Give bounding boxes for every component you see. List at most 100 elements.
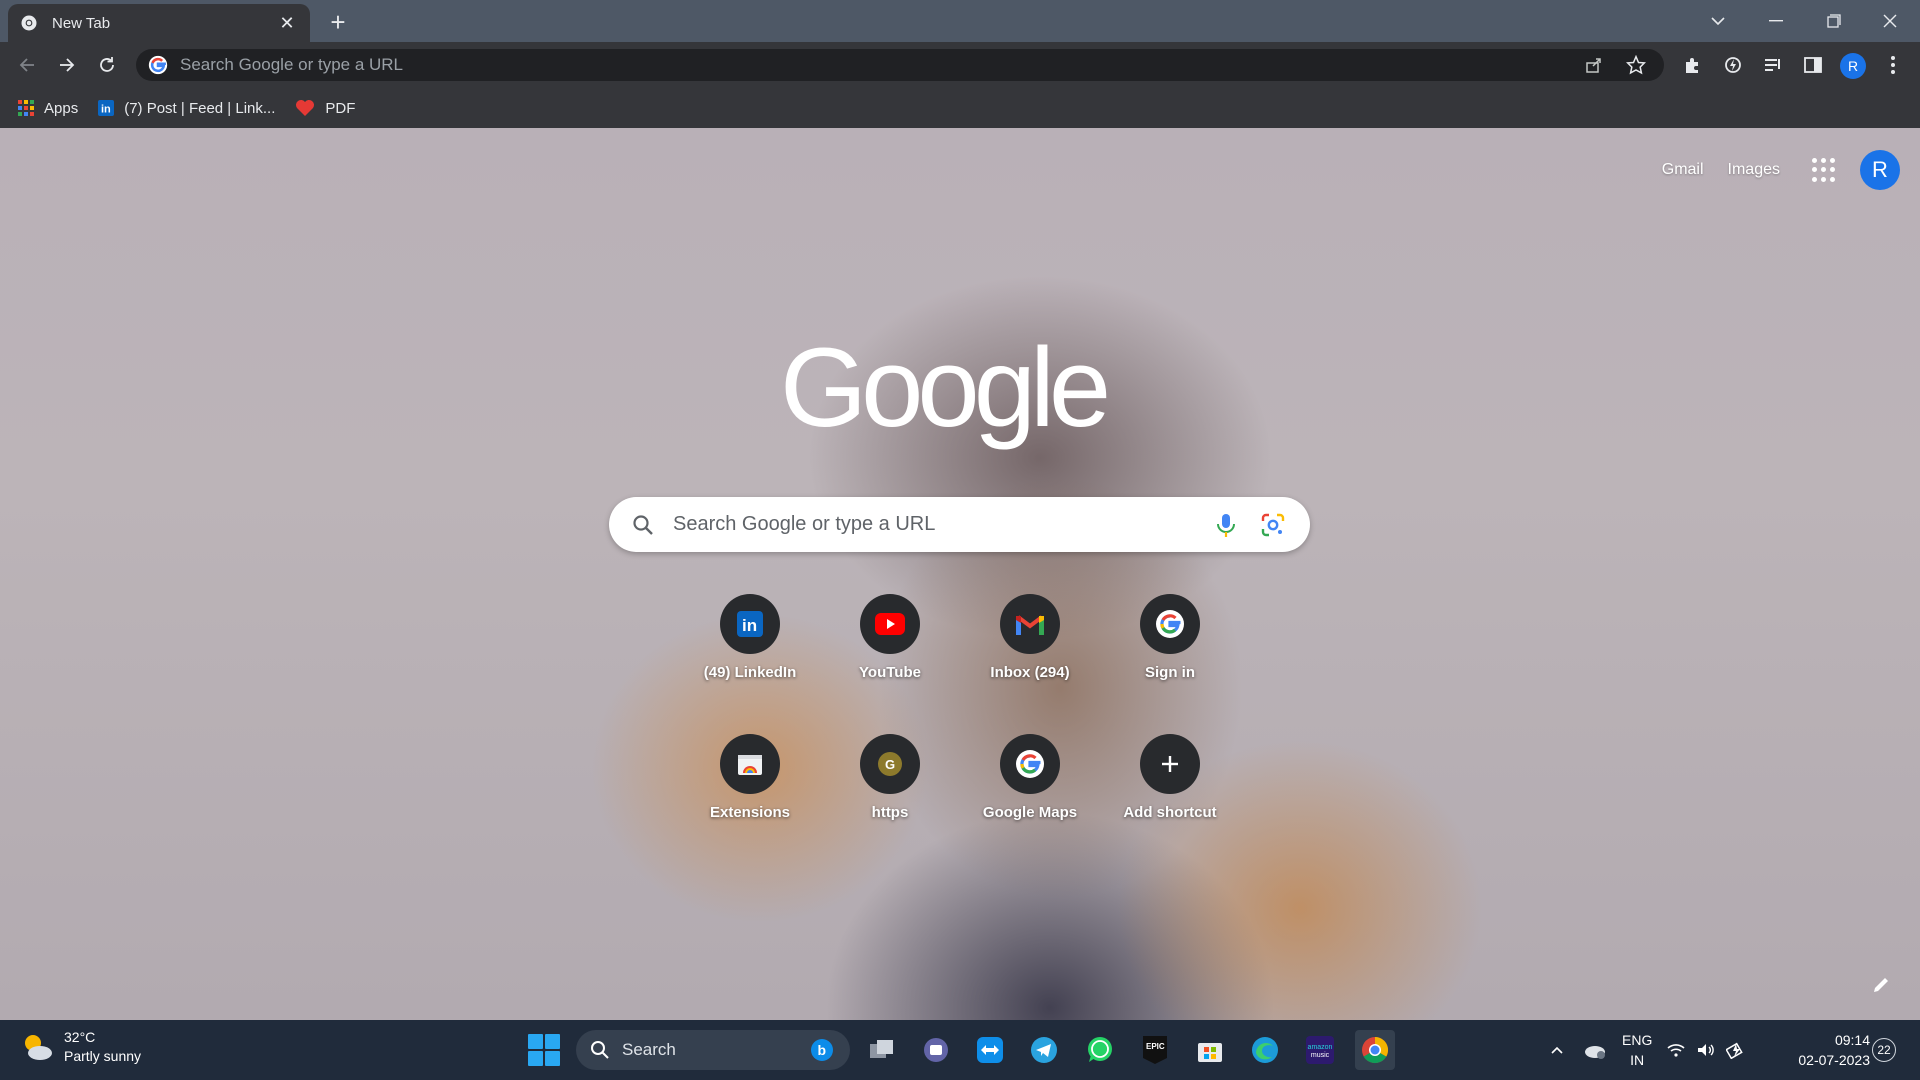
shortcut-label: (49) LinkedIn [703, 664, 797, 681]
clock[interactable]: 09:14 02-07-2023 [1780, 1030, 1870, 1070]
shortcut-youtube[interactable]: YouTube [820, 584, 960, 700]
tab-search-chevron-down-icon[interactable] [1690, 0, 1746, 42]
region-code: IN [1630, 1052, 1645, 1068]
shortcut-label: https [871, 804, 909, 821]
google-logo-text: Google [780, 326, 1107, 450]
share-icon[interactable] [1582, 53, 1606, 77]
bookmark-linkedin[interactable]: in (7) Post | Feed | Link... [98, 100, 275, 117]
ntp-search-input[interactable] [673, 513, 1193, 536]
shortcut-label: Extensions [709, 804, 791, 821]
shortcut-google-maps[interactable]: Google Maps [960, 724, 1100, 840]
apps-grid-icon [18, 100, 34, 116]
weather-temp: 32°C [64, 1029, 96, 1045]
taskbar-search-input[interactable] [622, 1040, 802, 1060]
heart-icon [295, 99, 315, 117]
notification-badge[interactable]: 22 [1872, 1038, 1896, 1062]
teams-chat-icon[interactable] [916, 1030, 956, 1070]
new-tab-button[interactable]: + [324, 7, 352, 37]
tab-new-tab[interactable]: New Tab ✕ [8, 4, 310, 42]
bookmark-apps[interactable]: Apps [18, 100, 78, 117]
performance-icon[interactable] [1718, 50, 1748, 80]
telegram-icon[interactable] [1024, 1030, 1064, 1070]
shortcut-extensions[interactable]: Extensions [680, 724, 820, 840]
chrome-web-store-icon [738, 755, 762, 775]
clock-time: 09:14 [1834, 1032, 1870, 1048]
shortcut-label: YouTube [859, 664, 921, 681]
reading-list-icon[interactable] [1758, 50, 1788, 80]
taskbar-search-box[interactable]: b [576, 1030, 850, 1070]
shortcut-gmail[interactable]: Inbox (294) [960, 584, 1100, 700]
extensions-puzzle-icon[interactable] [1678, 50, 1708, 80]
amazon-music-icon[interactable]: amazon music [1300, 1030, 1340, 1070]
task-view-icon[interactable] [862, 1030, 902, 1070]
new-tab-page: Gmail Images R Google in [0, 128, 1920, 1020]
bookmarks-bar: Apps in (7) Post | Feed | Link... PDF [0, 88, 1920, 128]
address-bar[interactable] [136, 49, 1664, 81]
google-icon [148, 55, 168, 75]
side-panel-icon[interactable] [1798, 50, 1828, 80]
gmail-icon [1016, 615, 1044, 635]
partly-sunny-icon [25, 1035, 52, 1060]
minimize-icon[interactable] [1748, 0, 1804, 42]
linkedin-icon: in [98, 100, 115, 116]
customize-chrome-pencil-icon[interactable] [1866, 970, 1896, 1000]
tab-strip: New Tab ✕ + [0, 0, 1920, 42]
edge-icon[interactable] [1245, 1030, 1285, 1070]
ntp-header-links: Gmail Images R [1662, 150, 1900, 190]
tab-title: New Tab [52, 14, 111, 32]
language-code: ENG [1622, 1032, 1653, 1048]
microsoft-store-icon[interactable] [1190, 1030, 1230, 1070]
bookmark-star-icon[interactable] [1624, 53, 1648, 77]
reload-icon[interactable] [92, 50, 122, 80]
google-lens-icon[interactable] [1260, 512, 1286, 538]
address-input[interactable] [180, 55, 1480, 75]
window-close-icon[interactable] [1862, 0, 1918, 42]
chrome-taskbar-icon[interactable] [1355, 1030, 1395, 1070]
shortcut-add[interactable]: Add shortcut [1100, 724, 1240, 840]
shortcut-label: Sign in [1145, 664, 1195, 681]
shortcut-https[interactable]: G https [820, 724, 960, 840]
back-arrow-icon[interactable] [12, 50, 42, 80]
google-icon [1156, 610, 1184, 638]
bookmark-pdf[interactable]: PDF [295, 99, 355, 117]
images-link[interactable]: Images [1728, 161, 1780, 179]
bookmark-label: PDF [325, 99, 356, 117]
linkedin-icon: in [737, 611, 763, 637]
volume-icon[interactable] [1696, 1042, 1716, 1058]
google-icon [1016, 750, 1044, 778]
search-icon [591, 1041, 609, 1059]
account-avatar[interactable]: R [1860, 150, 1900, 190]
gmail-link[interactable]: Gmail [1662, 161, 1704, 179]
forward-arrow-icon[interactable] [52, 50, 82, 80]
weather-widget[interactable]: 32°C Partly sunny [20, 1028, 141, 1066]
onedrive-icon[interactable] [1582, 1039, 1608, 1061]
whatsapp-icon[interactable] [1080, 1030, 1120, 1070]
weather-condition: Partly sunny [64, 1048, 142, 1064]
tab-close-icon[interactable]: ✕ [276, 12, 298, 34]
google-apps-icon[interactable] [1812, 158, 1836, 182]
svg-text:amazon: amazon [1308, 1044, 1333, 1051]
svg-text:b: b [818, 1042, 827, 1058]
ntp-search-box[interactable] [609, 497, 1310, 552]
more-menu-icon[interactable] [1878, 50, 1908, 80]
restore-icon[interactable] [1806, 0, 1862, 42]
letter-g-icon: G [878, 752, 902, 776]
battery-charging-icon[interactable] [1726, 1041, 1746, 1059]
wifi-icon[interactable] [1666, 1042, 1686, 1058]
search-icon [633, 514, 653, 535]
shortcut-linkedin[interactable]: in (49) LinkedIn [680, 584, 820, 700]
shortcuts-grid: in (49) LinkedIn YouTube Inbox (294) Sig… [680, 584, 1240, 840]
shortcut-sign-in[interactable]: Sign in [1100, 584, 1240, 700]
language-indicator[interactable]: ENG IN [1622, 1030, 1652, 1070]
chevron-up-icon[interactable] [1550, 1045, 1564, 1055]
profile-avatar[interactable]: R [1840, 53, 1866, 79]
svg-text:G: G [885, 757, 895, 772]
windows-start-icon[interactable] [528, 1034, 560, 1066]
svg-text:in: in [742, 616, 757, 635]
windows-taskbar: 32°C Partly sunny b EPIC amazonmusic [0, 1020, 1920, 1080]
bing-icon[interactable]: b [810, 1038, 834, 1062]
teamviewer-icon[interactable] [970, 1030, 1010, 1070]
epic-games-icon[interactable]: EPIC [1135, 1030, 1175, 1070]
voice-search-mic-icon[interactable] [1214, 512, 1238, 538]
browser-toolbar: R [0, 42, 1920, 88]
